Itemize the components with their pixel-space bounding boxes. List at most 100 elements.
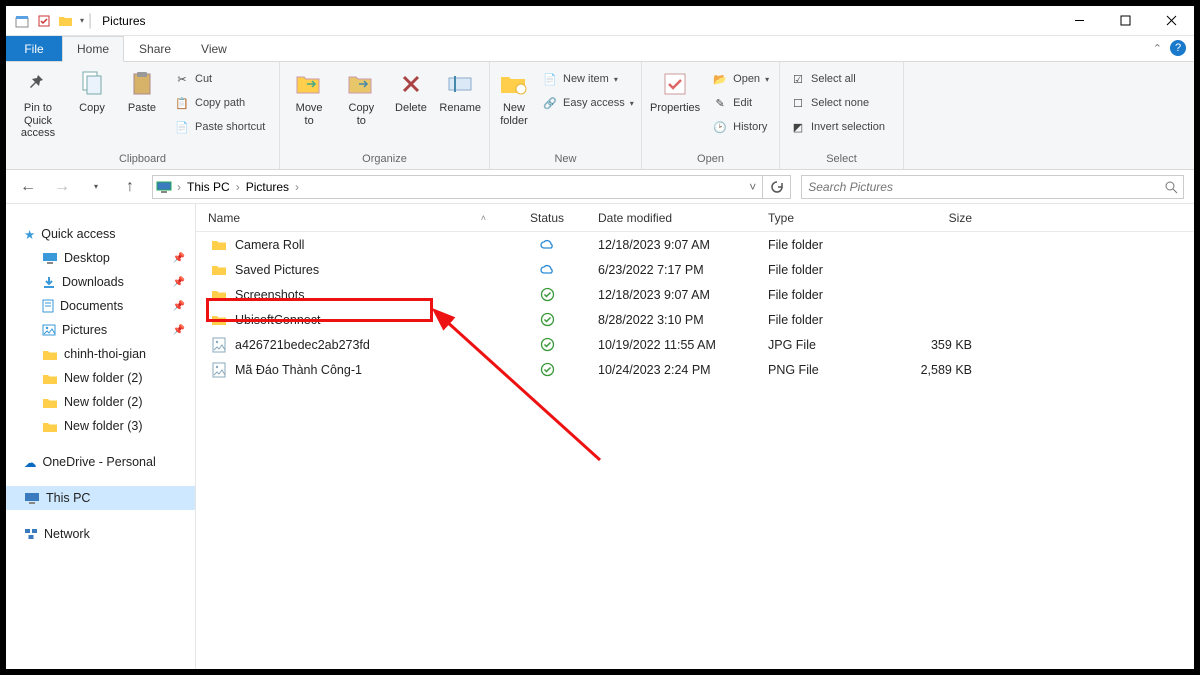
- nav-item-label: New folder (3): [64, 419, 143, 433]
- open-button[interactable]: 📂Open ▾: [710, 68, 771, 90]
- pin-icon: 📌: [173, 301, 185, 312]
- refresh-button[interactable]: [763, 175, 791, 199]
- nav-item-label: Downloads: [62, 275, 124, 289]
- close-button[interactable]: [1148, 6, 1194, 36]
- history-button[interactable]: 🕑History: [710, 116, 771, 138]
- paste-button[interactable]: Paste: [122, 68, 162, 115]
- col-date[interactable]: Date modified: [586, 211, 756, 225]
- tab-file[interactable]: File: [6, 36, 62, 61]
- col-status[interactable]: Status: [496, 211, 586, 225]
- file-type: File folder: [756, 238, 896, 252]
- col-type[interactable]: Type: [756, 211, 896, 225]
- organize-group-label: Organize: [288, 153, 481, 167]
- onedrive-icon: ☁: [24, 455, 37, 470]
- copy-button[interactable]: Copy: [72, 68, 112, 115]
- sidebar-item-chinh-thoi-gian[interactable]: chinh-thoi-gian: [6, 342, 195, 366]
- content-area: ★ Quick access Desktop📌Downloads📌Documen…: [6, 204, 1194, 669]
- easy-access-button[interactable]: 🔗Easy access ▾: [540, 92, 636, 114]
- copy-to-button[interactable]: Copyto: [340, 68, 382, 127]
- qat-properties-icon[interactable]: [36, 13, 52, 29]
- search-box[interactable]: [801, 175, 1184, 199]
- nav-onedrive[interactable]: ☁ OneDrive - Personal: [6, 450, 195, 474]
- nav-item-label: Pictures: [62, 323, 107, 337]
- file-type: File folder: [756, 288, 896, 302]
- pin-quick-access-button[interactable]: Pin to Quickaccess: [14, 68, 62, 140]
- edit-button[interactable]: ✎Edit: [710, 92, 771, 114]
- file-row[interactable]: Saved Pictures6/23/2022 7:17 PMFile fold…: [196, 257, 1194, 282]
- help-icon[interactable]: ?: [1170, 40, 1186, 56]
- nav-back-button[interactable]: ←: [16, 175, 40, 199]
- nav-item-label: New folder (2): [64, 371, 143, 385]
- tab-view[interactable]: View: [186, 36, 242, 61]
- breadcrumb-this-pc[interactable]: This PC: [183, 180, 234, 194]
- nav-item-label: chinh-thoi-gian: [64, 347, 146, 361]
- ribbon-tabs: File Home Share View ⌃ ?: [6, 36, 1194, 62]
- file-status: [496, 239, 586, 251]
- folder-icon: [210, 261, 228, 279]
- copy-path-button[interactable]: 📋Copy path: [172, 92, 267, 114]
- file-status: [496, 264, 586, 276]
- file-date: 10/24/2023 2:24 PM: [586, 363, 756, 377]
- nav-recent-button[interactable]: ▾: [84, 175, 108, 199]
- file-row[interactable]: a426721bedec2ab273fd10/19/2022 11:55 AMJ…: [196, 332, 1194, 357]
- qat-folder-icon[interactable]: [58, 13, 74, 29]
- sidebar-item-pictures[interactable]: Pictures 📌: [6, 318, 195, 342]
- new-folder-button[interactable]: Newfolder: [498, 68, 530, 127]
- file-name: UbisoftConnect: [235, 313, 320, 327]
- search-input[interactable]: [802, 180, 1159, 194]
- ribbon: Pin to Quickaccess Copy Paste ✂Cut 📋Copy…: [6, 62, 1194, 170]
- sidebar-item-new-folder-2-[interactable]: New folder (2): [6, 366, 195, 390]
- file-date: 8/28/2022 3:10 PM: [586, 313, 756, 327]
- cut-button[interactable]: ✂Cut: [172, 68, 267, 90]
- file-size: 2,589 KB: [896, 363, 986, 377]
- collapse-ribbon-icon[interactable]: ⌃: [1153, 42, 1162, 55]
- file-type: PNG File: [756, 363, 896, 377]
- sidebar-item-downloads[interactable]: Downloads📌: [6, 270, 195, 294]
- new-item-button[interactable]: 📄New item ▾: [540, 68, 636, 90]
- nav-item-label: Documents: [60, 299, 123, 313]
- sidebar-item-new-folder-2-[interactable]: New folder (2): [6, 390, 195, 414]
- system-menu-icon[interactable]: [14, 13, 30, 29]
- nav-quick-access[interactable]: ★ Quick access: [6, 222, 195, 246]
- nav-item-icon: [42, 396, 58, 409]
- delete-button[interactable]: Delete: [392, 68, 429, 115]
- move-to-button[interactable]: Moveto: [288, 68, 330, 127]
- nav-item-icon: [42, 275, 56, 289]
- nav-network[interactable]: Network: [6, 522, 195, 546]
- file-row[interactable]: Camera Roll12/18/2023 9:07 AMFile folder: [196, 232, 1194, 257]
- nav-forward-button[interactable]: →: [50, 175, 74, 199]
- tab-home[interactable]: Home: [62, 36, 124, 62]
- pin-icon: 📌: [173, 253, 185, 264]
- maximize-button[interactable]: [1102, 6, 1148, 36]
- nav-item-icon: [42, 348, 58, 361]
- col-name[interactable]: Name˄: [196, 211, 496, 225]
- sidebar-item-new-folder-3-[interactable]: New folder (3): [6, 414, 195, 438]
- nav-this-pc[interactable]: This PC: [6, 486, 195, 510]
- file-row[interactable]: Mã Đáo Thành Công-110/24/2023 2:24 PMPNG…: [196, 357, 1194, 382]
- file-status: [496, 287, 586, 302]
- sidebar-item-desktop[interactable]: Desktop📌: [6, 246, 195, 270]
- invert-selection-button[interactable]: ◩Invert selection: [788, 116, 887, 138]
- breadcrumb-pictures[interactable]: Pictures: [242, 180, 293, 194]
- minimize-button[interactable]: [1056, 6, 1102, 36]
- file-row[interactable]: Screenshots12/18/2023 9:07 AMFile folder: [196, 282, 1194, 307]
- select-none-button[interactable]: ☐Select none: [788, 92, 887, 114]
- breadcrumb[interactable]: › This PC › Pictures › ˅: [152, 175, 763, 199]
- file-row[interactable]: UbisoftConnect8/28/2022 3:10 PMFile fold…: [196, 307, 1194, 332]
- pin-icon: 📌: [173, 325, 185, 336]
- pc-icon: [24, 492, 40, 504]
- title-bar: ▾ | Pictures: [6, 6, 1194, 36]
- select-all-button[interactable]: ☑Select all: [788, 68, 887, 90]
- breadcrumb-dropdown-icon[interactable]: ˅: [743, 180, 762, 194]
- file-size: 359 KB: [896, 338, 986, 352]
- properties-button[interactable]: Properties: [650, 68, 700, 115]
- nav-up-button[interactable]: ↑: [118, 175, 142, 199]
- col-size[interactable]: Size: [896, 211, 986, 225]
- search-icon[interactable]: [1159, 180, 1183, 194]
- folder-icon: [210, 311, 228, 329]
- rename-button[interactable]: Rename: [439, 68, 481, 115]
- sidebar-item-documents[interactable]: Documents 📌: [6, 294, 195, 318]
- paste-shortcut-button[interactable]: 📄Paste shortcut: [172, 116, 267, 138]
- tab-share[interactable]: Share: [124, 36, 186, 61]
- folder-icon: [210, 286, 228, 304]
